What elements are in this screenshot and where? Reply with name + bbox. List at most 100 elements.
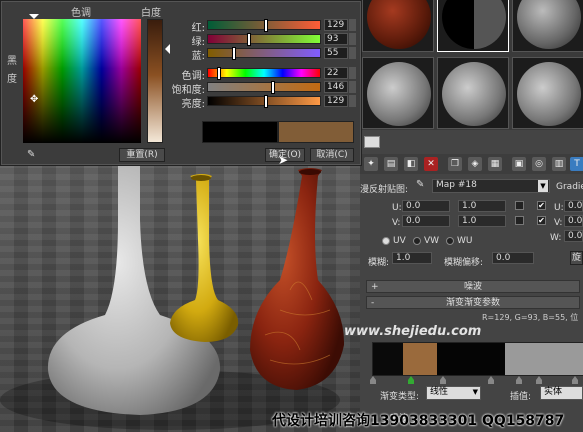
green-spinner[interactable] xyxy=(349,33,356,45)
slider-thumb[interactable] xyxy=(232,48,235,59)
red-slider[interactable] xyxy=(207,20,321,31)
saturation-value[interactable]: 146 xyxy=(324,81,348,93)
sample-sphere xyxy=(367,0,431,49)
whiteness-pointer-icon[interactable] xyxy=(165,44,170,54)
put-material-icon[interactable]: ▤ xyxy=(384,157,398,171)
saturation-slider[interactable] xyxy=(207,82,321,93)
blur-field[interactable]: 1.0 xyxy=(392,252,432,264)
tiling-v-field[interactable]: 1.0 xyxy=(458,215,506,227)
offset-u-field[interactable]: 0.0 xyxy=(402,200,450,212)
v-angle-label: V: xyxy=(554,218,563,228)
gradient-ramp[interactable] xyxy=(372,342,583,376)
u-label: U: xyxy=(392,203,402,213)
angle-w-field[interactable]: 0.0 xyxy=(564,230,583,242)
blackness-label: 黑 度 xyxy=(7,56,17,85)
dropdown-arrow-icon: ▼ xyxy=(472,388,478,396)
mirror-v-checkbox[interactable] xyxy=(515,216,524,225)
offset-v-field[interactable]: 0.0 xyxy=(402,215,450,227)
gradient-flag[interactable] xyxy=(408,376,414,384)
viewport[interactable] xyxy=(0,160,360,432)
gradient-flag[interactable] xyxy=(370,376,376,384)
map-name-field[interactable]: Map #18 ▼ xyxy=(432,179,550,193)
wu-label: WU xyxy=(457,236,473,246)
hue-blackness-picker[interactable]: ✥ xyxy=(23,19,141,143)
angle-u-field[interactable]: 0.0 xyxy=(564,200,583,212)
hue-slider[interactable] xyxy=(207,68,321,79)
u-angle-label: U: xyxy=(554,203,564,213)
slider-thumb[interactable] xyxy=(248,34,251,45)
vw-radio[interactable] xyxy=(413,237,421,245)
library-icon[interactable]: ▦ xyxy=(488,157,502,171)
blur-offset-label: 模糊偏移: xyxy=(444,258,484,268)
copy-material-icon[interactable]: ❐ xyxy=(448,157,462,171)
rotate-button[interactable]: 旋 xyxy=(570,251,583,265)
noise-rollout[interactable]: + 噪波 xyxy=(366,280,580,293)
red-spinner[interactable] xyxy=(349,19,356,31)
value-spinner[interactable] xyxy=(349,95,356,107)
delete-icon[interactable]: ✕ xyxy=(424,157,438,171)
gradient-flag[interactable] xyxy=(516,376,522,384)
gradient-flag[interactable] xyxy=(536,376,542,384)
plus-icon: + xyxy=(371,282,379,292)
interpolation-select[interactable]: 实体 xyxy=(540,386,583,400)
gradient-type-select[interactable]: 线性 ▼ xyxy=(426,386,481,400)
uv-radio[interactable] xyxy=(382,237,390,245)
gradient-flag[interactable] xyxy=(440,376,446,384)
minus-icon: - xyxy=(371,298,375,308)
blur-offset-field[interactable]: 0.0 xyxy=(492,252,534,264)
value-value[interactable]: 129 xyxy=(324,95,348,107)
assign-material-icon[interactable]: ◧ xyxy=(404,157,418,171)
green-value[interactable]: 93 xyxy=(324,33,348,45)
blue-slider[interactable] xyxy=(207,48,321,59)
material-slot-6[interactable] xyxy=(512,57,583,129)
gradient-params-rollout[interactable]: - 渐变渐变参数 xyxy=(366,296,580,309)
saturation-label: 饱和度: xyxy=(171,85,205,96)
material-slot-3[interactable] xyxy=(512,0,583,52)
tiling-u-field[interactable]: 1.0 xyxy=(458,200,506,212)
mirror-u-checkbox[interactable] xyxy=(515,201,524,210)
angle-v-value: 0.0 xyxy=(568,216,583,226)
blue-row: 蓝: 55 xyxy=(181,47,357,62)
map-name: Map #18 xyxy=(436,180,477,190)
material-id-icon[interactable]: ▣ xyxy=(512,157,526,171)
tile-u-checkbox[interactable]: ✔ xyxy=(537,201,546,210)
go-to-parent-icon[interactable]: T xyxy=(570,157,583,171)
hue-value[interactable]: 22 xyxy=(324,67,348,79)
blue-value[interactable]: 55 xyxy=(324,47,348,59)
get-material-icon[interactable]: ✦ xyxy=(364,157,378,171)
eyedropper-icon[interactable]: ✎ xyxy=(416,179,430,193)
material-slot-4[interactable] xyxy=(362,57,434,129)
angle-v-field[interactable]: 0.0 xyxy=(564,215,583,227)
show-map-icon[interactable]: ◎ xyxy=(532,157,546,171)
green-slider[interactable] xyxy=(207,34,321,45)
eyedropper-icon[interactable]: ✎ xyxy=(27,149,41,161)
slider-thumb[interactable] xyxy=(265,96,268,107)
gradient-flag[interactable] xyxy=(572,376,578,384)
wu-radio[interactable] xyxy=(446,237,454,245)
material-slot-5[interactable] xyxy=(437,57,509,129)
reset-button[interactable]: 重置(R) xyxy=(119,148,165,162)
cancel-button[interactable]: 取消(C) xyxy=(310,148,354,162)
saturation-spinner[interactable] xyxy=(349,81,356,93)
gradient-flag[interactable] xyxy=(488,376,494,384)
uv-label: UV xyxy=(393,236,406,246)
slider-thumb[interactable] xyxy=(271,82,274,93)
whiteness-slider[interactable] xyxy=(147,19,163,143)
hue-spinner[interactable] xyxy=(349,67,356,79)
show-end-result-icon[interactable]: ▥ xyxy=(552,157,566,171)
hue-row-label: 色调: xyxy=(181,71,205,82)
slider-thumb[interactable] xyxy=(265,20,268,31)
value-slider[interactable] xyxy=(207,96,321,107)
old-color-swatch xyxy=(202,121,278,143)
dropdown-arrow-icon[interactable]: ▼ xyxy=(538,180,548,192)
small-preview-icon[interactable] xyxy=(364,136,380,148)
material-slot-2[interactable] xyxy=(437,0,509,52)
tile-v-checkbox[interactable]: ✔ xyxy=(537,216,546,225)
unique-icon[interactable]: ◈ xyxy=(468,157,482,171)
picker-overlay xyxy=(23,19,141,143)
blue-spinner[interactable] xyxy=(349,47,356,59)
material-slot-1[interactable] xyxy=(362,0,434,52)
slider-thumb[interactable] xyxy=(218,68,221,79)
red-value[interactable]: 129 xyxy=(324,19,348,31)
tiling-v-value: 1.0 xyxy=(462,216,477,226)
